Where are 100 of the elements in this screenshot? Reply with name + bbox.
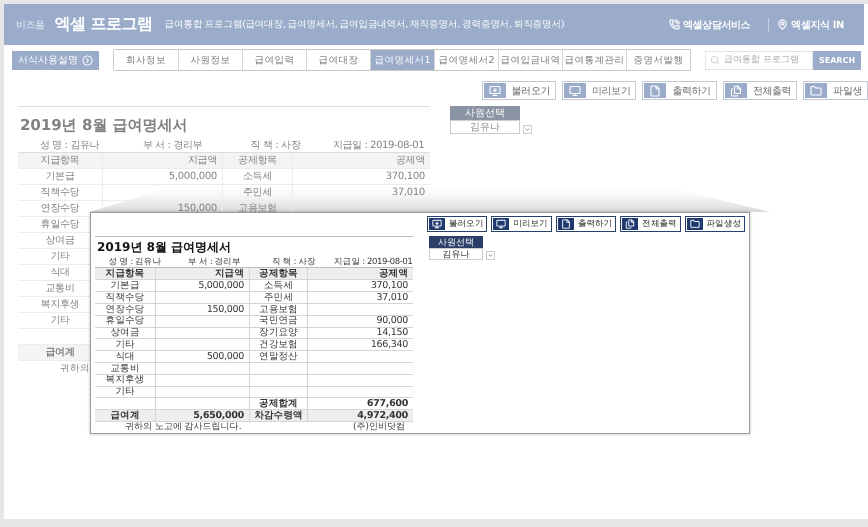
monitor-download-icon: [428, 218, 445, 230]
table-cell-text: 식대: [114, 351, 136, 362]
column-header: 지급액: [102, 153, 222, 168]
info-field: 지급일 : 2019-08-01: [332, 140, 424, 150]
table-cell: 소득세: [249, 280, 307, 292]
info-field: 직 책 : 사장: [272, 258, 316, 266]
column-header: 공제항목: [249, 268, 307, 280]
table-cell: 공제합계: [249, 398, 307, 410]
table-cell-text: 휴일수당: [40, 218, 80, 232]
table-cell-text: 기타: [114, 339, 136, 350]
monitor-download-icon: [484, 83, 506, 98]
header-subtitle: 급여통합 프로그램(급여대장, 급여명세서, 급여입금내역서, 재직증명서, 경력증명서, 퇴직증명서): [164, 18, 566, 31]
table-cell: 고용보험: [249, 304, 307, 315]
caret-icon: [524, 126, 531, 133]
toolbar-button[interactable]: 미리보기: [491, 216, 552, 232]
table-cell: 14,150: [307, 328, 413, 338]
toolbar-button[interactable]: 불러오기: [482, 81, 556, 100]
column-header: 지급항목: [40, 154, 80, 168]
table-cell: 90,000: [307, 316, 413, 327]
document-icon: [558, 218, 574, 230]
table-cell: 차감수령액: [249, 410, 307, 421]
column-header: 지급항목: [104, 268, 146, 280]
toolbar-button[interactable]: 파일생성: [684, 216, 745, 232]
thanks-text: 귀하의 노고에 감사드립니다.: [125, 423, 242, 432]
company-name: (주)인비닷컴: [352, 423, 405, 432]
table-cell: 370,100: [307, 280, 413, 292]
header-link[interactable]: 엑셀지식 IN: [768, 18, 852, 32]
table-cell-text: 직책수당: [40, 186, 80, 200]
table-cell: 국민연금: [249, 316, 307, 327]
select-header: 사원선택: [450, 106, 520, 120]
column-header: 공제액: [307, 268, 413, 280]
pin-icon: [777, 19, 788, 30]
table-cell: 370,100: [292, 169, 430, 184]
folder-icon: [805, 83, 828, 98]
toolbar-button[interactable]: 불러오기: [426, 216, 488, 232]
documents-icon: [622, 218, 638, 230]
caret-icon: [487, 252, 494, 259]
chevron-circle-icon: [82, 54, 93, 66]
monitor-icon: [493, 218, 510, 230]
toolbar-button[interactable]: 출력하기: [556, 216, 616, 232]
table-cell: 소득세: [222, 169, 292, 184]
nav-tab[interactable]: 급여입금내역: [498, 50, 562, 70]
table-cell-text: 교통비: [109, 362, 141, 374]
toolbar-button[interactable]: 전체출력: [620, 216, 681, 232]
sheet-title: 2019년 8월 급여명세서: [19, 115, 189, 136]
table-cell-text: 복지후생: [104, 374, 146, 386]
brand-tag: 비즈폼: [16, 18, 44, 32]
phone-icon: [669, 19, 680, 30]
table-cell-text: 기타: [49, 250, 71, 264]
monitor-icon: [564, 83, 586, 98]
table-cell-text: 연장수당: [104, 304, 146, 315]
table-cell-text: 급여계: [109, 410, 141, 421]
table-cell: 5,000,000: [102, 169, 222, 184]
document-icon: [644, 83, 666, 98]
table-cell: 150,000: [155, 304, 249, 315]
column-header: 지급액: [155, 268, 249, 280]
employee-field[interactable]: 김유나: [450, 120, 520, 134]
table-cell-text: 상여금: [44, 234, 76, 248]
table-cell-text: 기타: [114, 386, 136, 398]
table-cell-text: 직책수당: [104, 292, 146, 303]
search-field[interactable]: 급여통합 프로그램: [705, 50, 813, 70]
nav-tab[interactable]: 급여통계관리: [562, 50, 626, 70]
table-cell: 5,000,000: [155, 280, 249, 292]
table-cell-text: 급여계: [44, 346, 76, 360]
table-cell-text: 복지후생: [40, 298, 80, 312]
table-cell-text: 기본급: [109, 280, 141, 292]
table-cell-text: 기본급: [44, 170, 76, 184]
brand-title: 엑셀 프로그램: [54, 14, 153, 35]
table-cell: 166,340: [307, 339, 413, 350]
search-button[interactable]: SEARCH: [813, 50, 862, 70]
select-header: 사원선택: [429, 236, 483, 248]
header-link[interactable]: 엑셀상담서비스: [661, 18, 758, 32]
column-header: 공제항목: [222, 153, 292, 168]
table-cell: 500,000: [155, 351, 249, 362]
sheet-title: 2019년 8월 급여명세서: [96, 239, 232, 256]
table-cell: 건강보험: [249, 339, 307, 350]
table-cell: 5,650,000: [155, 410, 249, 421]
folder-icon: [686, 218, 703, 230]
table-cell: 37,010: [307, 292, 413, 303]
toolbar-button[interactable]: 미리보기: [562, 81, 636, 100]
table-cell-text: 교통비: [44, 282, 76, 296]
dropdown-button[interactable]: [523, 125, 532, 134]
nav-tab[interactable]: 증명서발행: [626, 50, 690, 70]
documents-icon: [724, 83, 747, 98]
toolbar-button[interactable]: 파일생: [803, 81, 868, 100]
toolbar-button[interactable]: 출력하기: [642, 81, 717, 100]
dropdown-button[interactable]: [486, 251, 495, 260]
table-cell-text: 연장수당: [40, 202, 80, 216]
info-field: 지급일 : 2019-08-01: [334, 258, 412, 266]
guide-button[interactable]: 서식사용설명: [12, 50, 99, 70]
nav-tab[interactable]: 급여명세서1: [370, 50, 434, 70]
info-field: 성 명 : 김유나: [108, 258, 161, 266]
search-icon: [710, 54, 720, 64]
table-cell-text: 기타: [49, 314, 71, 328]
info-field: 직 책 : 사장: [250, 140, 300, 150]
table-cell-text: 상여금: [109, 328, 141, 338]
employee-field[interactable]: 김유나: [429, 248, 483, 260]
toolbar-button[interactable]: 전체출력: [722, 81, 798, 100]
thanks-text: 귀하의: [60, 364, 90, 374]
table-cell: 4,972,400: [307, 410, 413, 421]
